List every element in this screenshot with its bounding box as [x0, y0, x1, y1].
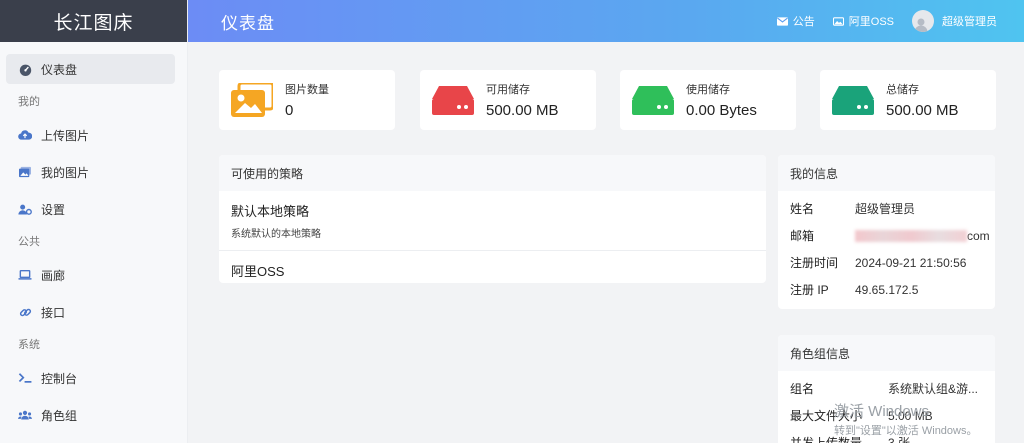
- stat-label: 总储存: [886, 84, 919, 96]
- hdd-icon: [431, 82, 475, 118]
- redacted-email: [855, 230, 967, 243]
- my-info-panel: 我的信息 姓名 超级管理员 邮箱 com 注册时间 2024-09-21 21:…: [778, 155, 995, 309]
- info-value: 2024-09-21 21:50:56: [855, 255, 967, 270]
- sidebar-item-console[interactable]: 控制台: [6, 363, 175, 393]
- stat-value: 0: [285, 102, 294, 119]
- info-label: 注册时间: [790, 256, 839, 270]
- cloud-upload-icon: [18, 128, 32, 142]
- nav-group-mine: 我的: [18, 96, 40, 108]
- nav-group-system: 系统: [18, 339, 40, 351]
- brand-logo[interactable]: 长江图床: [0, 0, 187, 42]
- sidebar-item-label: 我的图片: [41, 165, 90, 180]
- info-row-reg-time: 注册时间 2024-09-21 21:50:56: [778, 249, 995, 276]
- top-header: 仪表盘 公告 阿里OSS 超级管理员: [188, 0, 1024, 42]
- stat-label: 图片数量: [285, 84, 329, 96]
- policy-name: 默认本地策略: [231, 204, 310, 219]
- info-label: 姓名: [790, 202, 815, 216]
- link-icon: [18, 305, 32, 319]
- panel-title: 我的信息: [778, 155, 995, 191]
- sidebar-item-settings[interactable]: 设置: [6, 194, 175, 224]
- oss-label: 阿里OSS: [848, 16, 894, 28]
- sidebar-item-label: 接口: [41, 305, 66, 320]
- sidebar-item-api[interactable]: 接口: [6, 297, 175, 327]
- envelope-icon: [776, 16, 788, 26]
- info-value: com: [855, 229, 990, 243]
- policy-item[interactable]: 阿里OSS: [219, 251, 766, 283]
- info-label: 注册 IP: [790, 283, 829, 297]
- stat-label: 使用储存: [686, 84, 730, 96]
- info-value: 超级管理员: [855, 202, 916, 216]
- stat-value: 500.00 MB: [886, 102, 959, 119]
- images-icon: [18, 165, 32, 179]
- oss-link[interactable]: 阿里OSS: [832, 13, 894, 29]
- dashboard-icon: [18, 62, 32, 76]
- role-row-max-size: 最大文件大小 5.00 MB: [778, 402, 995, 429]
- stat-value: 0.00 Bytes: [686, 102, 757, 119]
- sidebar-item-roles[interactable]: 角色组: [6, 400, 175, 430]
- panel-title: 可使用的策略: [219, 155, 766, 191]
- info-row-email: 邮箱 com: [778, 222, 995, 249]
- sidebar-nav: 仪表盘 我的 上传图片 我的图片 设置 公共 画廊 接口 系统 控制台 角色组: [0, 42, 187, 430]
- nav-group-public: 公共: [18, 236, 40, 248]
- sidebar-item-label: 角色组: [41, 408, 78, 423]
- panel-title: 角色组信息: [778, 335, 995, 371]
- sidebar-item-label: 上传图片: [41, 128, 90, 143]
- stat-card-total-storage: 总储存 500.00 MB: [820, 70, 996, 130]
- users-icon: [18, 408, 32, 422]
- info-row-name: 姓名 超级管理员: [778, 195, 995, 222]
- info-label: 邮箱: [790, 229, 815, 243]
- info-row-reg-ip: 注册 IP 49.65.172.5: [778, 276, 995, 303]
- sidebar-item-label: 设置: [41, 202, 66, 217]
- sidebar-item-label: 仪表盘: [41, 62, 78, 77]
- user-cog-icon: [18, 202, 32, 216]
- role-info-panel: 角色组信息 组名 系统默认组&游... 最大文件大小 5.00 MB 并发上传数…: [778, 335, 995, 443]
- info-value: 系统默认组&游...: [888, 382, 979, 396]
- notice-label: 公告: [792, 16, 815, 28]
- info-label: 组名: [790, 382, 815, 396]
- avatar: [912, 10, 934, 32]
- email-suffix: com: [967, 228, 990, 243]
- role-row-group: 组名 系统默认组&游...: [778, 375, 995, 402]
- sidebar-item-my-images[interactable]: 我的图片: [6, 157, 175, 187]
- stat-label: 可用储存: [486, 84, 530, 96]
- info-label: 最大文件大小: [790, 409, 863, 423]
- policies-panel: 可使用的策略 默认本地策略 系统默认的本地策略 阿里OSS: [219, 155, 766, 283]
- image-icon: [832, 16, 844, 26]
- stat-card-used-storage: 使用储存 0.00 Bytes: [620, 70, 796, 130]
- policy-name: 阿里OSS: [231, 264, 285, 279]
- info-value: 5.00 MB: [888, 408, 933, 423]
- info-label: 并发上传数量: [790, 436, 863, 443]
- user-menu[interactable]: 超级管理员: [912, 10, 997, 32]
- hdd-icon: [831, 82, 875, 118]
- sidebar-item-label: 控制台: [41, 371, 78, 386]
- sidebar-item-label: 画廊: [41, 268, 66, 283]
- laptop-icon: [18, 268, 32, 282]
- stat-value: 500.00 MB: [486, 102, 559, 119]
- stat-card-available-storage: 可用储存 500.00 MB: [420, 70, 596, 130]
- hdd-icon: [631, 82, 675, 118]
- notice-link[interactable]: 公告: [776, 13, 815, 29]
- role-row-concurrent: 并发上传数量 3 张: [778, 429, 995, 443]
- sidebar-item-upload[interactable]: 上传图片: [6, 120, 175, 150]
- policy-desc: 系统默认的本地策略: [231, 229, 321, 240]
- sidebar-item-gallery[interactable]: 画廊: [6, 260, 175, 290]
- header-actions: 公告 阿里OSS 超级管理员: [759, 10, 997, 32]
- page-title: 仪表盘: [221, 13, 275, 33]
- stat-card-image-count: 图片数量 0: [219, 70, 395, 130]
- info-value: 3 张: [888, 436, 911, 443]
- info-value: 49.65.172.5: [855, 282, 919, 297]
- sidebar-item-dashboard[interactable]: 仪表盘: [6, 54, 175, 84]
- policy-item[interactable]: 默认本地策略 系统默认的本地策略: [219, 191, 766, 251]
- images-icon: [230, 82, 274, 118]
- user-name: 超级管理员: [942, 16, 997, 28]
- sidebar: 长江图床 仪表盘 我的 上传图片 我的图片 设置 公共 画廊 接口 系统 控制台…: [0, 0, 188, 443]
- terminal-icon: [18, 371, 32, 385]
